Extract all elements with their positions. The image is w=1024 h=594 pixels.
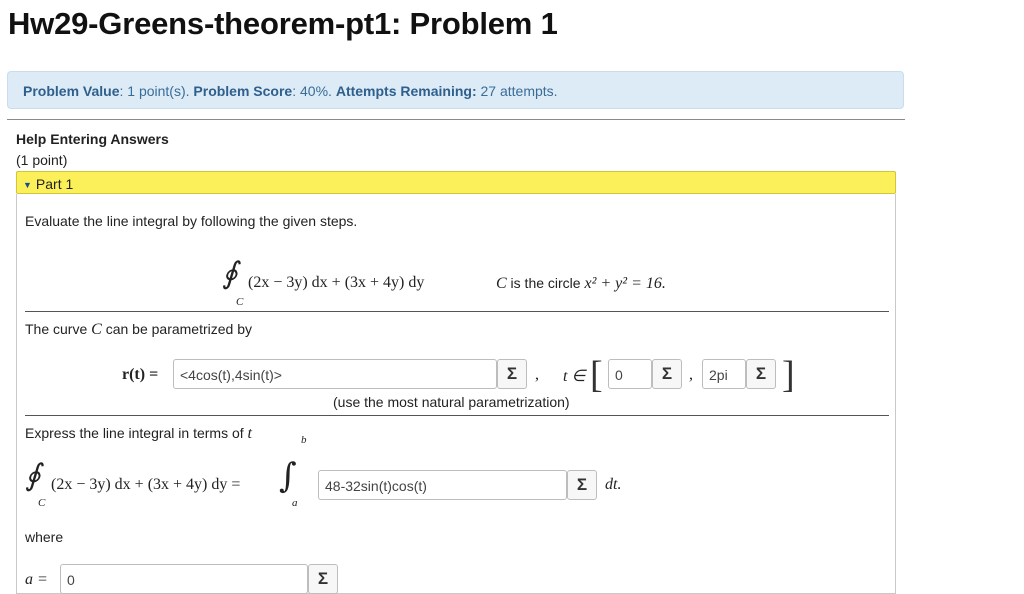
upper-limit: b [301,434,307,446]
integral-icon: ∫ [279,456,297,496]
curve-desc-text: is the circle [506,275,585,291]
sigma-icon[interactable]: Σ [567,470,597,500]
param-text-a: The curve [25,321,92,337]
express-var: t [247,425,252,442]
integral-subscript-c: C [236,296,244,308]
sigma-icon[interactable]: Σ [652,359,682,389]
parametrize-text: The curve C can be parametrized by [25,321,252,339]
left-bracket: [ [590,354,603,396]
t-end-input[interactable]: 2pi [702,359,746,389]
problem-value-label: Problem Value [23,83,120,99]
part-1-body: Evaluate the line integral by following … [16,194,896,594]
a-input[interactable]: 0 [60,564,308,594]
param-text-b: can be parametrized by [101,321,253,337]
attempts-label: Attempts Remaining: [335,83,477,99]
express-text: Express the line integral in terms of t [25,425,252,443]
lhs-expression: (2x − 3y) dx + (3x + 4y) dy = [51,476,241,493]
a-label: a = [25,571,48,588]
part-label: Part 1 [35,176,74,192]
contour-integral-icon: ∮ [222,256,238,291]
problem-value: : 1 point(s). [119,83,194,99]
integral-subscript-c: C [38,497,46,509]
sigma-icon[interactable]: Σ [746,359,776,389]
help-entering-answers-link[interactable]: Help Entering Answers [16,131,169,147]
r-of-t-label: r(t) = [122,366,159,383]
express-label: Express the line integral in terms of [25,425,244,441]
page-title: Hw29-Greens-theorem-pt1: Problem 1 [8,6,558,41]
attempts-remaining: 27 attempts. [476,83,558,99]
integrand-input[interactable]: 48-32sin(t)cos(t) [318,470,567,500]
parametrization-hint: (use the most natural parametrization) [333,394,570,410]
integrand-expression: (2x − 3y) dx + (3x + 4y) dy [248,274,425,291]
section-divider-2 [25,415,889,416]
instruction-text: Evaluate the line integral by following … [25,213,358,229]
comma-sep: , [689,366,693,383]
circle-equation: x² + y² = 16. [584,275,666,292]
triangle-down-icon: ▼ [23,180,32,190]
part-1-toggle[interactable]: ▼ Part 1 [16,171,896,194]
r-of-t-input[interactable]: <4cos(t),4sin(t)> [173,359,497,389]
t-in-label: t ∈ [563,368,586,385]
section-divider-1 [25,311,889,312]
param-c: C [91,321,102,338]
lower-limit: a [292,497,298,509]
t-start-input[interactable]: 0 [608,359,652,389]
problem-points: (1 point) [16,152,68,168]
header-divider [7,119,905,120]
where-text: where [25,529,64,545]
curve-description: C is the circle x² + y² = 16. [496,275,666,293]
curve-c: C [496,275,507,292]
problem-info-banner: Problem Value: 1 point(s). Problem Score… [7,71,904,109]
problem-score-label: Problem Score [193,83,293,99]
sigma-icon[interactable]: Σ [497,359,527,389]
right-bracket: ] [782,354,795,396]
contour-integral-icon: ∮ [25,458,41,493]
problem-score: : 40%. [292,83,336,99]
sigma-icon[interactable]: Σ [308,564,338,594]
dt-label: dt. [605,476,622,493]
comma-sep: , [535,366,539,383]
